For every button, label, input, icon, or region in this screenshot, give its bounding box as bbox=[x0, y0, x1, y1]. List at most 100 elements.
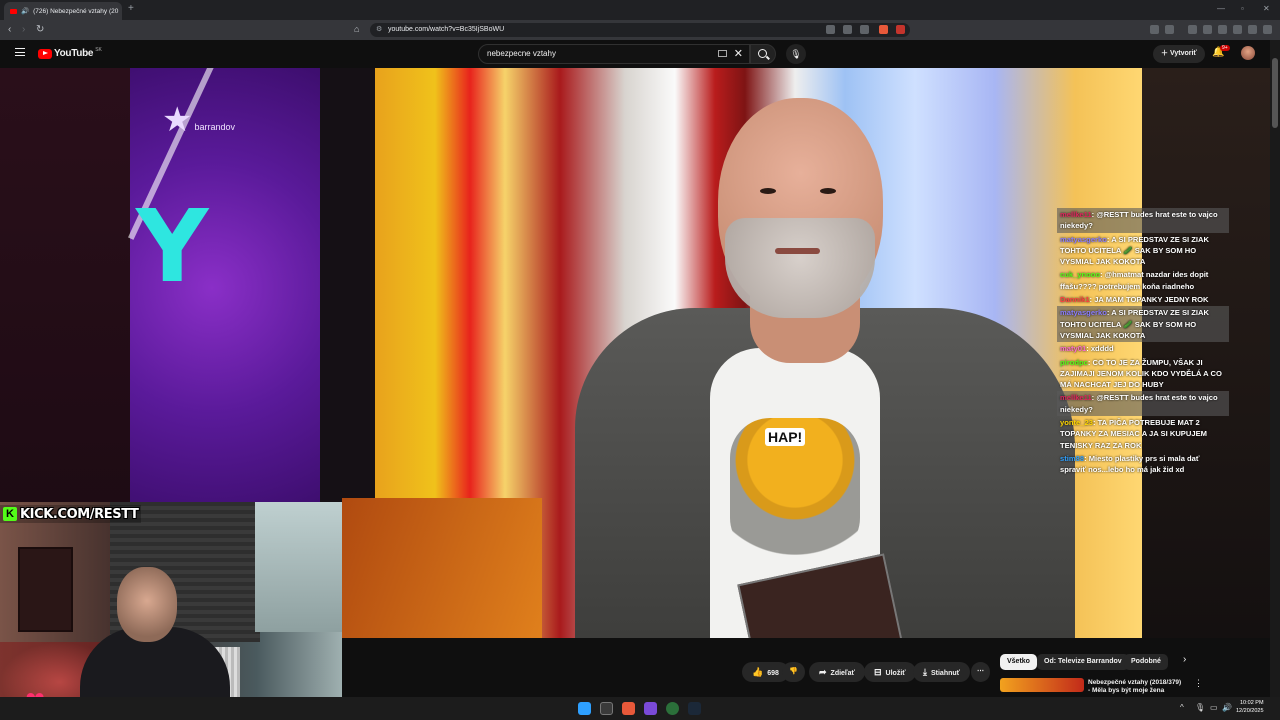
share-page-icon[interactable] bbox=[860, 25, 869, 34]
audio-icon: 🔊 bbox=[21, 8, 30, 15]
chip-related[interactable]: Podobné bbox=[1124, 654, 1168, 670]
dislike-button[interactable]: 👎 bbox=[782, 662, 805, 682]
kick-logo-icon: K bbox=[3, 507, 17, 521]
download-button[interactable]: ⤓ Stiahnuť bbox=[913, 662, 971, 682]
channel-watermark: ★ barrandov bbox=[162, 100, 235, 140]
youtube-logo-text: YouTube bbox=[54, 48, 94, 59]
chat-message: Dannik1: JA MAM TOPANKY JEDNY ROK bbox=[1057, 293, 1229, 306]
extension-icon[interactable] bbox=[1165, 25, 1174, 34]
share-button[interactable]: ➦ Zdieľať bbox=[809, 662, 865, 682]
hamburger-menu-icon[interactable] bbox=[15, 48, 25, 56]
chat-username: matyasgerko bbox=[1060, 308, 1107, 318]
youtube-play-icon bbox=[38, 48, 52, 59]
chip-all[interactable]: Všetko bbox=[1000, 654, 1037, 670]
chat-username: yonte_23 bbox=[1060, 418, 1093, 428]
save-icon: ⊟ bbox=[874, 667, 882, 677]
chat-username: matyasgerko bbox=[1060, 234, 1107, 244]
create-button[interactable]: ＋ Vytvoriť bbox=[1153, 45, 1205, 63]
create-label: Vytvoriť bbox=[1169, 50, 1197, 57]
more-actions-button[interactable]: ⋯ bbox=[971, 662, 990, 682]
tray-chevron-icon[interactable]: ^ bbox=[1180, 703, 1184, 712]
translate-icon[interactable] bbox=[843, 25, 852, 34]
youtube-favicon-icon bbox=[10, 8, 17, 14]
address-toolbar: ‹ › ↻ ⌂ ⚙ youtube.com/watch?v=Bc35IjSBoW… bbox=[0, 20, 1280, 40]
thumbs-up-icon: 👍 bbox=[752, 667, 764, 677]
sidebar-icon[interactable] bbox=[1203, 25, 1212, 34]
studio-floor bbox=[342, 498, 542, 638]
more-icon: ⋯ bbox=[977, 668, 984, 675]
steam-icon[interactable] bbox=[688, 702, 701, 715]
chevron-right-icon[interactable]: › bbox=[1183, 654, 1186, 665]
kick-url: KICK.COM/RESTT bbox=[20, 506, 139, 522]
back-icon[interactable]: ‹ bbox=[8, 24, 11, 35]
app-icon[interactable] bbox=[644, 702, 657, 715]
windows-taskbar: ^ 🎙 ▭ 🔊 10:02 PM 12/20/2025 bbox=[0, 697, 1280, 720]
wallet-icon[interactable] bbox=[1218, 25, 1227, 34]
chat-username: mellke11 bbox=[1060, 393, 1092, 403]
recommended-title[interactable]: Nebezpečné vztahy (2018/379) - Měla bys … bbox=[1088, 679, 1181, 695]
clear-search-icon[interactable]: ✕ bbox=[734, 45, 743, 63]
like-count: 698 bbox=[767, 670, 779, 677]
barrandov-star-icon: ★ bbox=[162, 101, 193, 139]
close-window-icon[interactable]: ✕ bbox=[1263, 4, 1270, 13]
kick-banner: K KICK.COM/RESTT bbox=[0, 505, 142, 523]
bookmark-icon[interactable]: ⌂ bbox=[354, 24, 359, 34]
tab-title: (726) Nebezpečné vztahy (20 bbox=[33, 7, 119, 15]
save-button[interactable]: ⊟ Uložiť bbox=[864, 662, 916, 682]
vpn-icon[interactable] bbox=[1248, 25, 1257, 34]
video-thumbnail[interactable] bbox=[1000, 678, 1084, 692]
system-clock[interactable]: 10:02 PM 12/20/2025 bbox=[1236, 700, 1264, 715]
network-icon[interactable]: ▭ bbox=[1210, 703, 1218, 712]
watermark-text: barrandov bbox=[194, 122, 236, 132]
shirt-text: HAP! bbox=[765, 428, 806, 446]
title-line: - Měla bys být moje žena bbox=[1088, 687, 1165, 694]
more-options-icon[interactable]: ⋮ bbox=[1194, 678, 1203, 689]
beard bbox=[725, 218, 875, 318]
maximize-icon[interactable]: ▫ bbox=[1241, 4, 1244, 13]
scrollbar-thumb[interactable] bbox=[1272, 58, 1278, 128]
rewards-icon[interactable] bbox=[896, 25, 905, 34]
browser-tab[interactable]: 🔊 (726) Nebezpečné vztahy (20 ✕ bbox=[4, 2, 122, 20]
brave-shield-icon[interactable] bbox=[879, 25, 888, 34]
chip-from-channel[interactable]: Od: Televize Barrandov bbox=[1037, 654, 1129, 670]
mouth bbox=[775, 248, 820, 254]
streamer-head bbox=[117, 567, 177, 642]
wall-picture bbox=[18, 547, 73, 632]
new-tab-icon[interactable]: + bbox=[128, 3, 134, 14]
avatar[interactable] bbox=[1241, 46, 1255, 60]
extensions-puzzle-icon[interactable] bbox=[1233, 25, 1242, 34]
save-label: Uložiť bbox=[885, 670, 906, 677]
keyboard-icon[interactable] bbox=[718, 50, 727, 57]
windows-start-icon[interactable] bbox=[578, 702, 591, 715]
stream-chat-overlay: mellke11: @RESTT budes hrat este to vajc… bbox=[1057, 208, 1229, 477]
media-icon[interactable] bbox=[1188, 25, 1197, 34]
menu-icon[interactable] bbox=[1263, 25, 1272, 34]
reload-icon[interactable]: ↻ bbox=[36, 24, 44, 35]
page-scrollbar[interactable] bbox=[1270, 40, 1280, 697]
youtube-logo[interactable]: YouTube SK bbox=[38, 46, 102, 59]
microphone-icon[interactable]: 🎙 bbox=[1195, 703, 1205, 712]
forward-icon[interactable]: › bbox=[22, 24, 25, 35]
chat-username: cuk_ynooo bbox=[1060, 270, 1101, 280]
cast-icon[interactable] bbox=[826, 25, 835, 34]
chat-text: JA MAM TOPANKY JEDNY ROK bbox=[1094, 295, 1209, 305]
chat-username: Dannik1 bbox=[1060, 295, 1090, 305]
chat-message: stim88: Miesto plastiky prs si mala dať … bbox=[1057, 452, 1229, 477]
recommended-video[interactable]: Nebezpečné vztahy (2018/379) - Měla bys … bbox=[1000, 678, 1203, 696]
extension-icon[interactable] bbox=[1150, 25, 1159, 34]
plus-icon: ＋ bbox=[1161, 50, 1170, 57]
search-button[interactable] bbox=[750, 44, 776, 64]
minimize-icon[interactable]: — bbox=[1217, 4, 1225, 13]
chat-message: cuk_ynooo: @hmatmat nazdar ides dopit ff… bbox=[1057, 268, 1229, 293]
share-label: Zdieľať bbox=[830, 670, 855, 677]
region-code: SK bbox=[95, 46, 102, 53]
youtube-header: YouTube SK nebezpecne vztahy ✕ 🎙 ＋ Vytvo… bbox=[0, 40, 1280, 68]
app-icon[interactable] bbox=[666, 702, 679, 715]
brave-browser-icon[interactable] bbox=[622, 702, 635, 715]
search-input[interactable]: nebezpecne vztahy ✕ bbox=[478, 44, 750, 64]
site-info-icon[interactable]: ⚙ bbox=[376, 23, 382, 37]
voice-search-icon[interactable]: 🎙 bbox=[786, 44, 806, 64]
search-query: nebezpecne vztahy bbox=[487, 49, 556, 58]
task-view-icon[interactable] bbox=[600, 702, 613, 715]
volume-icon[interactable]: 🔊 bbox=[1222, 703, 1232, 712]
